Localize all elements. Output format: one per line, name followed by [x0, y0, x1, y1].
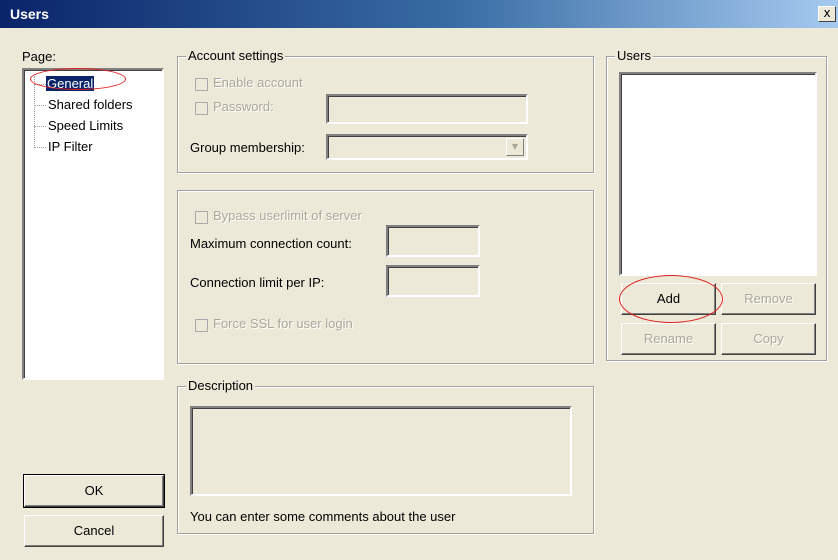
bypass-userlimit-label: Bypass userlimit of server: [213, 208, 362, 223]
close-icon: x: [823, 6, 831, 20]
max-connection-field[interactable]: [386, 225, 480, 257]
force-ssl-label: Force SSL for user login: [213, 316, 353, 331]
remove-user-button[interactable]: Remove: [721, 283, 816, 315]
ok-button[interactable]: OK: [23, 474, 165, 508]
annotation-ellipse-add: [619, 275, 723, 323]
copy-user-button[interactable]: Copy: [721, 323, 816, 355]
page-label: Page:: [22, 49, 56, 64]
window-title: Users: [10, 6, 49, 22]
description-hint: You can enter some comments about the us…: [190, 509, 456, 524]
group-membership-select[interactable]: ▼: [326, 134, 528, 160]
password-field[interactable]: [326, 94, 528, 124]
account-settings-group: Account settings Enable account Password…: [177, 48, 594, 173]
account-settings-legend: Account settings: [186, 48, 286, 63]
users-legend: Users: [615, 48, 653, 63]
cancel-button[interactable]: Cancel: [24, 515, 164, 547]
tree-item-shared-folders[interactable]: Shared folders: [48, 97, 133, 112]
connection-limit-ip-label: Connection limit per IP:: [190, 275, 325, 290]
title-bar: Users x: [0, 0, 838, 28]
rename-user-button[interactable]: Rename: [621, 323, 716, 355]
page-tree[interactable]: General Shared folders Speed Limits IP F…: [22, 68, 164, 380]
tree-item-speed-limits[interactable]: Speed Limits: [48, 118, 123, 133]
force-ssl-checkbox[interactable]: [195, 319, 208, 332]
annotation-ellipse-general: [30, 68, 126, 90]
group-membership-label: Group membership:: [190, 140, 305, 155]
users-list[interactable]: [619, 72, 817, 276]
enable-account-label: Enable account: [213, 75, 303, 90]
connection-limit-ip-field[interactable]: [386, 265, 480, 297]
limits-group: Bypass userlimit of server Maximum conne…: [177, 190, 594, 364]
description-textarea[interactable]: [190, 406, 572, 496]
enable-account-checkbox[interactable]: [195, 78, 208, 91]
description-group: Description You can enter some comments …: [177, 378, 594, 534]
max-connection-label: Maximum connection count:: [190, 236, 352, 251]
password-checkbox[interactable]: [195, 102, 208, 115]
tree-item-ip-filter[interactable]: IP Filter: [48, 139, 93, 154]
password-label: Password:: [213, 99, 274, 114]
chevron-down-icon: ▼: [506, 138, 524, 156]
close-button[interactable]: x: [818, 6, 836, 22]
description-legend: Description: [186, 378, 256, 393]
bypass-userlimit-checkbox[interactable]: [195, 211, 208, 224]
